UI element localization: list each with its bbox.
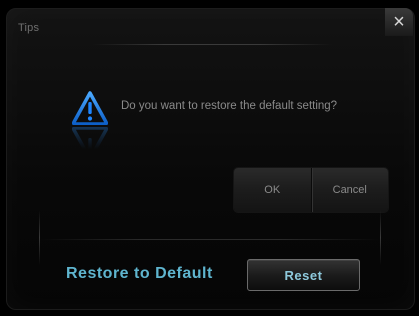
restore-default-label: Restore to Default: [66, 265, 213, 282]
warning-icon-reflection: [72, 127, 108, 149]
warning-icon: [72, 91, 108, 125]
horizontal-divider: [40, 239, 380, 240]
right-divider: [380, 210, 381, 265]
dialog-button-group: OK Cancel: [234, 168, 388, 212]
title-divider: [92, 44, 332, 45]
reset-button[interactable]: Reset: [247, 259, 360, 291]
close-icon: ×: [393, 11, 405, 33]
left-divider: [39, 210, 40, 265]
ok-button[interactable]: OK: [234, 168, 311, 212]
cancel-button[interactable]: Cancel: [310, 168, 388, 212]
dialog-title: Tips: [18, 22, 40, 34]
dialog-message: Do you want to restore the default setti…: [121, 100, 338, 112]
app-window: Tips × Do you want to restore the defaul…: [0, 0, 419, 316]
close-button[interactable]: ×: [385, 8, 413, 36]
